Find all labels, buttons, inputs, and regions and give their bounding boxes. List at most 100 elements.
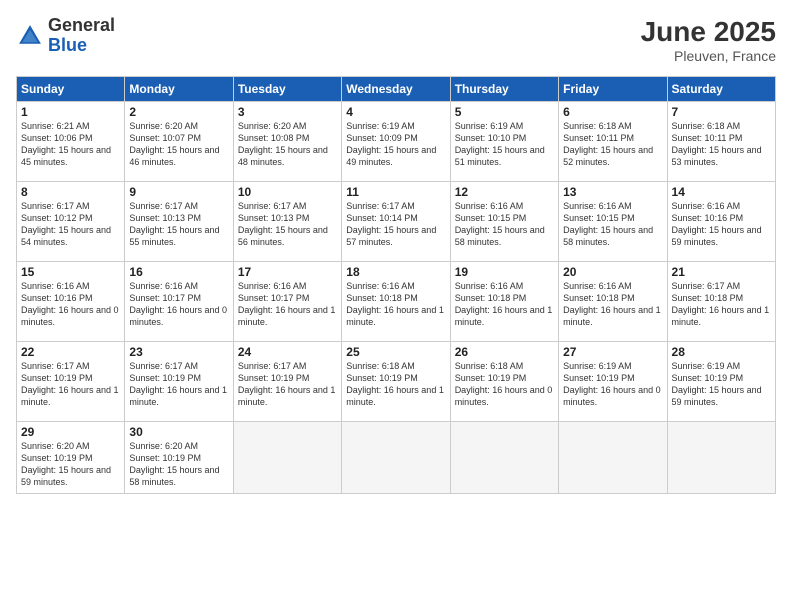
column-header-wednesday: Wednesday [342, 77, 450, 102]
month-year: June 2025 [641, 16, 776, 48]
logo-blue: Blue [48, 36, 115, 56]
day-number: 11 [346, 185, 445, 199]
calendar-cell: 1Sunrise: 6:21 AMSunset: 10:06 PMDayligh… [17, 102, 125, 182]
day-info: Sunrise: 6:17 AMSunset: 10:19 PMDaylight… [21, 360, 120, 409]
calendar-cell: 12Sunrise: 6:16 AMSunset: 10:15 PMDaylig… [450, 182, 558, 262]
day-number: 17 [238, 265, 337, 279]
calendar-week-row: 29Sunrise: 6:20 AMSunset: 10:19 PMDaylig… [17, 422, 776, 494]
calendar-cell: 25Sunrise: 6:18 AMSunset: 10:19 PMDaylig… [342, 342, 450, 422]
day-number: 7 [672, 105, 771, 119]
day-info: Sunrise: 6:17 AMSunset: 10:19 PMDaylight… [238, 360, 337, 409]
day-info: Sunrise: 6:20 AMSunset: 10:07 PMDaylight… [129, 120, 228, 169]
calendar-cell [342, 422, 450, 494]
calendar-cell: 10Sunrise: 6:17 AMSunset: 10:13 PMDaylig… [233, 182, 341, 262]
day-info: Sunrise: 6:20 AMSunset: 10:19 PMDaylight… [129, 440, 228, 489]
calendar-cell: 23Sunrise: 6:17 AMSunset: 10:19 PMDaylig… [125, 342, 233, 422]
calendar-cell [559, 422, 667, 494]
calendar-cell: 7Sunrise: 6:18 AMSunset: 10:11 PMDayligh… [667, 102, 775, 182]
calendar-cell: 15Sunrise: 6:16 AMSunset: 10:16 PMDaylig… [17, 262, 125, 342]
day-number: 29 [21, 425, 120, 439]
day-info: Sunrise: 6:16 AMSunset: 10:18 PMDaylight… [455, 280, 554, 329]
day-info: Sunrise: 6:16 AMSunset: 10:18 PMDaylight… [346, 280, 445, 329]
logo: General Blue [16, 16, 115, 56]
day-info: Sunrise: 6:16 AMSunset: 10:16 PMDaylight… [672, 200, 771, 249]
day-number: 27 [563, 345, 662, 359]
calendar-week-row: 8Sunrise: 6:17 AMSunset: 10:12 PMDayligh… [17, 182, 776, 262]
column-header-friday: Friday [559, 77, 667, 102]
page: General Blue June 2025 Pleuven, France S… [0, 0, 792, 612]
day-info: Sunrise: 6:20 AMSunset: 10:08 PMDaylight… [238, 120, 337, 169]
calendar-week-row: 15Sunrise: 6:16 AMSunset: 10:16 PMDaylig… [17, 262, 776, 342]
column-header-monday: Monday [125, 77, 233, 102]
day-info: Sunrise: 6:16 AMSunset: 10:16 PMDaylight… [21, 280, 120, 329]
day-info: Sunrise: 6:19 AMSunset: 10:19 PMDaylight… [672, 360, 771, 409]
day-number: 13 [563, 185, 662, 199]
day-number: 4 [346, 105, 445, 119]
day-info: Sunrise: 6:17 AMSunset: 10:13 PMDaylight… [238, 200, 337, 249]
day-info: Sunrise: 6:19 AMSunset: 10:19 PMDaylight… [563, 360, 662, 409]
calendar-cell: 9Sunrise: 6:17 AMSunset: 10:13 PMDayligh… [125, 182, 233, 262]
calendar-cell: 6Sunrise: 6:18 AMSunset: 10:11 PMDayligh… [559, 102, 667, 182]
day-number: 26 [455, 345, 554, 359]
column-header-saturday: Saturday [667, 77, 775, 102]
header: General Blue June 2025 Pleuven, France [16, 16, 776, 64]
title-block: June 2025 Pleuven, France [641, 16, 776, 64]
day-info: Sunrise: 6:17 AMSunset: 10:12 PMDaylight… [21, 200, 120, 249]
logo-text: General Blue [48, 16, 115, 56]
day-info: Sunrise: 6:20 AMSunset: 10:19 PMDaylight… [21, 440, 120, 489]
day-number: 18 [346, 265, 445, 279]
day-info: Sunrise: 6:19 AMSunset: 10:10 PMDaylight… [455, 120, 554, 169]
calendar-week-row: 22Sunrise: 6:17 AMSunset: 10:19 PMDaylig… [17, 342, 776, 422]
calendar-cell: 27Sunrise: 6:19 AMSunset: 10:19 PMDaylig… [559, 342, 667, 422]
day-number: 12 [455, 185, 554, 199]
calendar-cell: 4Sunrise: 6:19 AMSunset: 10:09 PMDayligh… [342, 102, 450, 182]
column-header-thursday: Thursday [450, 77, 558, 102]
calendar-cell: 8Sunrise: 6:17 AMSunset: 10:12 PMDayligh… [17, 182, 125, 262]
day-number: 10 [238, 185, 337, 199]
day-number: 21 [672, 265, 771, 279]
logo-general: General [48, 16, 115, 36]
day-number: 25 [346, 345, 445, 359]
day-number: 9 [129, 185, 228, 199]
day-number: 15 [21, 265, 120, 279]
day-number: 2 [129, 105, 228, 119]
day-number: 16 [129, 265, 228, 279]
day-info: Sunrise: 6:18 AMSunset: 10:11 PMDaylight… [672, 120, 771, 169]
day-info: Sunrise: 6:17 AMSunset: 10:18 PMDaylight… [672, 280, 771, 329]
day-number: 14 [672, 185, 771, 199]
day-number: 19 [455, 265, 554, 279]
day-info: Sunrise: 6:16 AMSunset: 10:15 PMDaylight… [455, 200, 554, 249]
day-info: Sunrise: 6:18 AMSunset: 10:19 PMDaylight… [346, 360, 445, 409]
day-info: Sunrise: 6:17 AMSunset: 10:13 PMDaylight… [129, 200, 228, 249]
day-number: 30 [129, 425, 228, 439]
day-number: 22 [21, 345, 120, 359]
calendar-cell: 11Sunrise: 6:17 AMSunset: 10:14 PMDaylig… [342, 182, 450, 262]
logo-icon [16, 22, 44, 50]
calendar-table: SundayMondayTuesdayWednesdayThursdayFrid… [16, 76, 776, 494]
column-header-sunday: Sunday [17, 77, 125, 102]
day-info: Sunrise: 6:16 AMSunset: 10:15 PMDaylight… [563, 200, 662, 249]
day-info: Sunrise: 6:16 AMSunset: 10:17 PMDaylight… [129, 280, 228, 329]
calendar-cell: 14Sunrise: 6:16 AMSunset: 10:16 PMDaylig… [667, 182, 775, 262]
calendar-cell: 13Sunrise: 6:16 AMSunset: 10:15 PMDaylig… [559, 182, 667, 262]
calendar-cell [450, 422, 558, 494]
day-info: Sunrise: 6:16 AMSunset: 10:18 PMDaylight… [563, 280, 662, 329]
calendar-cell: 20Sunrise: 6:16 AMSunset: 10:18 PMDaylig… [559, 262, 667, 342]
calendar-cell: 19Sunrise: 6:16 AMSunset: 10:18 PMDaylig… [450, 262, 558, 342]
day-number: 8 [21, 185, 120, 199]
calendar-cell: 30Sunrise: 6:20 AMSunset: 10:19 PMDaylig… [125, 422, 233, 494]
calendar-header-row: SundayMondayTuesdayWednesdayThursdayFrid… [17, 77, 776, 102]
day-number: 28 [672, 345, 771, 359]
calendar-cell [233, 422, 341, 494]
day-number: 1 [21, 105, 120, 119]
calendar-cell: 3Sunrise: 6:20 AMSunset: 10:08 PMDayligh… [233, 102, 341, 182]
day-info: Sunrise: 6:18 AMSunset: 10:11 PMDaylight… [563, 120, 662, 169]
calendar-week-row: 1Sunrise: 6:21 AMSunset: 10:06 PMDayligh… [17, 102, 776, 182]
calendar-cell: 29Sunrise: 6:20 AMSunset: 10:19 PMDaylig… [17, 422, 125, 494]
day-info: Sunrise: 6:21 AMSunset: 10:06 PMDaylight… [21, 120, 120, 169]
calendar-cell: 28Sunrise: 6:19 AMSunset: 10:19 PMDaylig… [667, 342, 775, 422]
calendar-cell: 21Sunrise: 6:17 AMSunset: 10:18 PMDaylig… [667, 262, 775, 342]
day-number: 20 [563, 265, 662, 279]
day-info: Sunrise: 6:18 AMSunset: 10:19 PMDaylight… [455, 360, 554, 409]
calendar-cell: 18Sunrise: 6:16 AMSunset: 10:18 PMDaylig… [342, 262, 450, 342]
